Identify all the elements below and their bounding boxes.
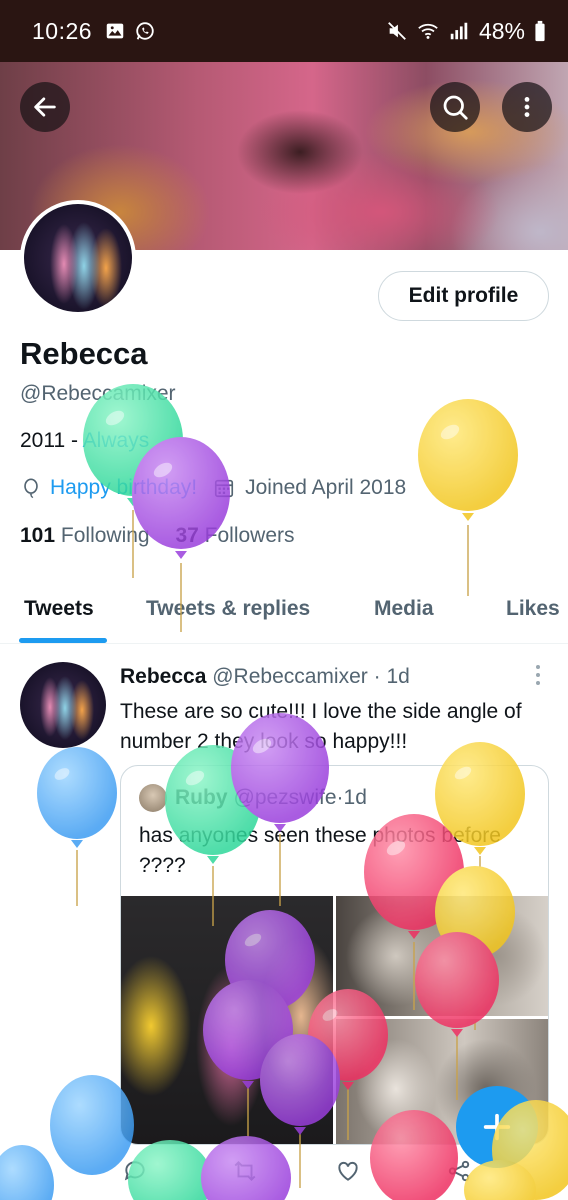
- tab-likes[interactable]: Likes: [506, 597, 560, 621]
- profile-handle: @Rebeccamixer: [20, 382, 176, 405]
- tweet-time: 1d: [386, 665, 410, 688]
- followers-link[interactable]: 37 Followers: [175, 524, 294, 547]
- search-icon: [443, 95, 468, 120]
- birthday-link[interactable]: Happy birthday!: [50, 476, 197, 500]
- back-button[interactable]: [20, 82, 70, 132]
- battery-icon: [535, 20, 545, 42]
- like-icon[interactable]: [335, 1158, 361, 1184]
- share-icon[interactable]: [446, 1158, 472, 1184]
- more-vertical-icon: [524, 97, 530, 117]
- whatsapp-icon: [136, 22, 154, 40]
- back-arrow-icon: [34, 97, 56, 117]
- tweet-header: Rebecca @Rebeccamixer · 1d: [120, 665, 410, 688]
- bio-link[interactable]: Always: [83, 429, 150, 452]
- quote-text: has anyones seen these photos before ???…: [139, 824, 501, 877]
- following-link[interactable]: 101 Following: [20, 524, 150, 547]
- status-time: 10:26: [32, 17, 93, 44]
- plus-icon: [483, 1113, 511, 1141]
- quote-header: Ruby @pezswife · 1d: [139, 784, 367, 812]
- battery-percent: 48%: [478, 17, 525, 44]
- balloon-icon: [24, 478, 38, 499]
- compose-tweet-button[interactable]: [456, 1086, 538, 1168]
- retweet-icon[interactable]: [232, 1158, 258, 1184]
- profile-tabs: Tweets Tweets & replies Media Likes: [0, 580, 568, 644]
- quote-photo-2[interactable]: [336, 896, 548, 1016]
- tab-media[interactable]: Media: [374, 597, 434, 621]
- edit-profile-button[interactable]: Edit profile: [378, 271, 549, 321]
- search-button[interactable]: [430, 82, 480, 132]
- quote-author: Ruby: [175, 786, 228, 809]
- reply-icon[interactable]: [122, 1158, 148, 1184]
- more-options-button[interactable]: [502, 82, 552, 132]
- quote-time: 1d: [343, 786, 367, 809]
- quote-photo-1[interactable]: [121, 896, 333, 1144]
- active-tab-indicator: [19, 638, 107, 643]
- tweet-handle: @Rebeccamixer: [212, 665, 368, 688]
- wifi-icon: [418, 23, 438, 39]
- mute-icon: [388, 22, 406, 40]
- status-bar: 10:26 48%: [0, 0, 568, 62]
- tweet-text: These are so cute!!! I love the side ang…: [120, 700, 522, 753]
- profile-avatar[interactable]: [20, 200, 136, 316]
- tweet-avatar[interactable]: [20, 662, 106, 748]
- profile-meta: Happy birthday! Joined April 2018: [20, 476, 406, 500]
- profile-name: Rebecca: [20, 336, 148, 371]
- calendar-icon: [215, 479, 234, 498]
- profile-bio: 2011 - Always: [20, 429, 149, 453]
- follow-counts: 101 Following 37 Followers: [20, 524, 295, 548]
- signal-icon: [450, 22, 468, 40]
- tab-tweets-replies[interactable]: Tweets & replies: [146, 597, 310, 621]
- joined-date: Joined April 2018: [245, 476, 407, 499]
- quote-handle: @pezswife: [233, 786, 337, 809]
- bio-text: 2011 -: [20, 429, 83, 452]
- tweet-more-icon[interactable]: [528, 663, 548, 687]
- tweet-author[interactable]: Rebecca: [120, 665, 206, 688]
- tab-tweets[interactable]: Tweets: [24, 597, 94, 621]
- gallery-icon: [106, 23, 124, 39]
- tweet-item[interactable]: Rebecca @Rebeccamixer · 1d These are so …: [0, 645, 568, 1145]
- balloon-yellow-1: [418, 399, 518, 521]
- quote-avatar: [139, 784, 167, 812]
